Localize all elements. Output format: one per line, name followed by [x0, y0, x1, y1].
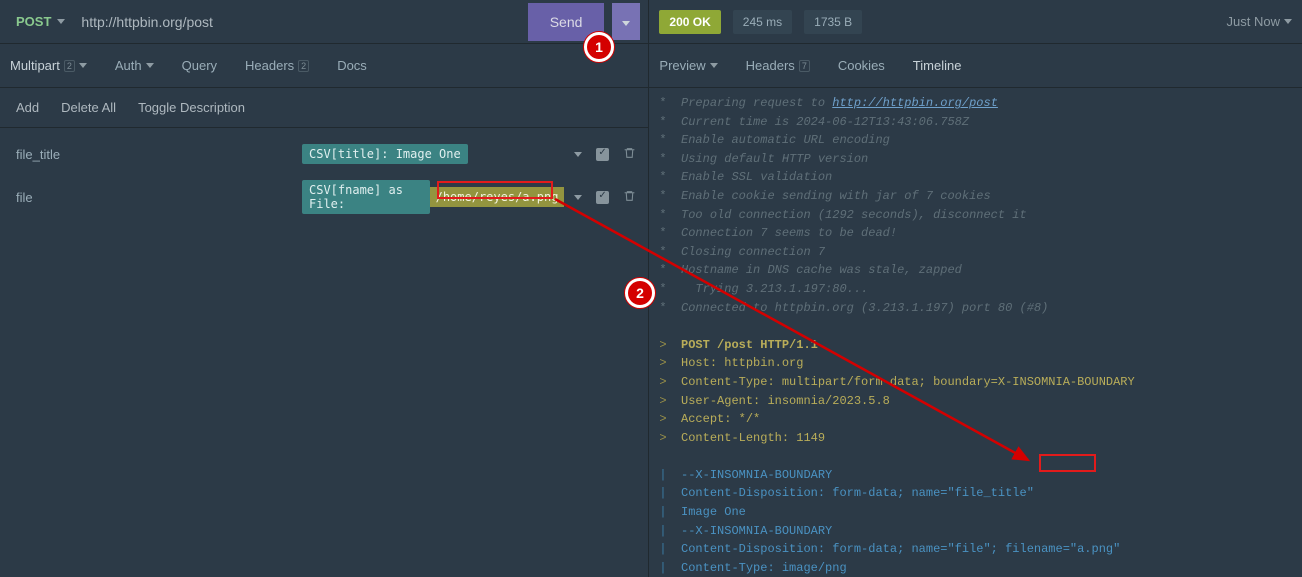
tab-query[interactable]: Query [182, 58, 217, 73]
form-row: file CSV[fname] as File:/home/reyes/a.pn… [12, 172, 636, 222]
toggle-description-button[interactable]: Toggle Description [138, 100, 245, 115]
tab-auth[interactable]: Auth [115, 58, 154, 73]
trash-icon[interactable] [623, 146, 636, 163]
chevron-down-icon [622, 21, 630, 26]
chevron-down-icon[interactable] [574, 195, 582, 200]
annotation-marker-2: 2 [625, 278, 655, 308]
response-size: 1735 B [804, 10, 862, 34]
delete-all-button[interactable]: Delete All [61, 100, 116, 115]
request-url-link[interactable]: http://httpbin.org/post [832, 96, 998, 110]
timeline-output: * Preparing request to http://httpbin.or… [649, 88, 1302, 577]
form-key-input[interactable]: file [12, 190, 302, 205]
tab-label: Multipart [10, 58, 60, 73]
chevron-down-icon [710, 63, 718, 68]
tab-response-headers[interactable]: Headers 7 [746, 58, 810, 73]
tab-label: Docs [337, 58, 367, 73]
template-tag[interactable]: CSV[fname] as File: [302, 180, 430, 214]
badge: 2 [298, 60, 309, 72]
badge: 2 [64, 60, 75, 72]
response-history-dropdown[interactable]: Just Now [1227, 14, 1292, 29]
badge: 7 [799, 60, 810, 72]
method-selector[interactable]: POST [8, 10, 73, 33]
tab-label: Timeline [913, 58, 962, 73]
template-tag[interactable]: CSV[title]: Image One [302, 144, 468, 164]
tab-cookies[interactable]: Cookies [838, 58, 885, 73]
tab-label: Auth [115, 58, 142, 73]
chevron-down-icon [79, 63, 87, 68]
annotation-marker-1: 1 [584, 32, 614, 62]
tab-headers[interactable]: Headers 2 [245, 58, 309, 73]
response-time: 245 ms [733, 10, 792, 34]
tab-label: Cookies [838, 58, 885, 73]
url-input[interactable] [81, 14, 519, 30]
enabled-checkbox[interactable] [596, 148, 609, 161]
tab-label: Headers [746, 58, 795, 73]
send-dropdown-button[interactable] [612, 3, 640, 40]
status-badge: 200 OK [659, 10, 720, 34]
tab-body[interactable]: Multipart 2 [10, 58, 87, 73]
tab-docs[interactable]: Docs [337, 58, 367, 73]
chevron-down-icon [1284, 19, 1292, 24]
tab-label: Query [182, 58, 217, 73]
tab-label: Headers [245, 58, 294, 73]
trash-icon[interactable] [623, 189, 636, 206]
add-button[interactable]: Add [16, 100, 39, 115]
file-path-tag[interactable]: /home/reyes/a.png [430, 187, 565, 207]
tab-label: Preview [659, 58, 705, 73]
method-label: POST [16, 14, 51, 29]
form-key-input[interactable]: file_title [12, 147, 302, 162]
chevron-down-icon[interactable] [574, 152, 582, 157]
enabled-checkbox[interactable] [596, 191, 609, 204]
tab-timeline[interactable]: Timeline [913, 58, 962, 73]
chevron-down-icon [57, 19, 65, 24]
response-age-label: Just Now [1227, 14, 1280, 29]
form-row: file_title CSV[title]: Image One [12, 136, 636, 172]
chevron-down-icon [146, 63, 154, 68]
tab-preview[interactable]: Preview [659, 58, 717, 73]
